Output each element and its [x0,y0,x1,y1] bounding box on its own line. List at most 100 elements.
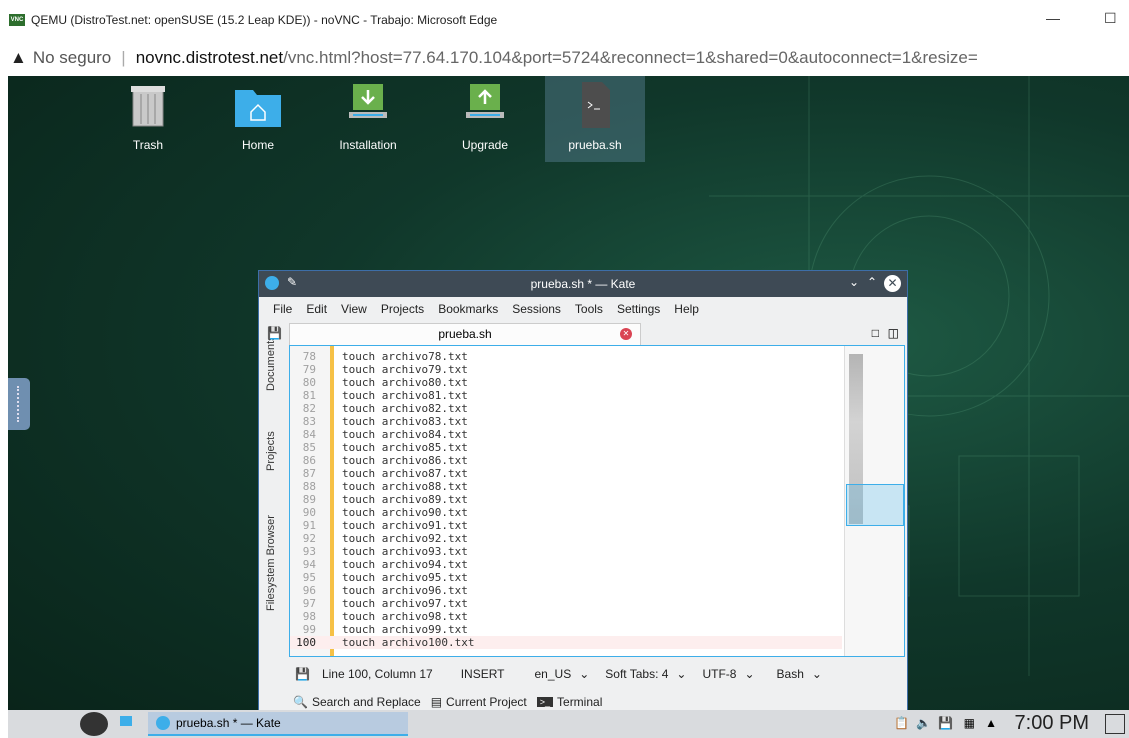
code-line[interactable]: 82 touch archivo82.txt [290,402,842,415]
menu-sessions[interactable]: Sessions [512,302,561,316]
clock[interactable]: 7:00 PM [1015,712,1089,735]
network-icon[interactable]: ▦ [964,716,975,730]
menu-projects[interactable]: Projects [381,302,424,316]
code-line[interactable]: 92 touch archivo92.txt [290,532,842,545]
line-code[interactable]: touch archivo91.txt [342,519,468,532]
search-replace-button[interactable]: Search and Replace [312,695,421,709]
code-editor[interactable]: 78 touch archivo78.txt 79 touch archivo79.t… [289,345,905,657]
line-code[interactable]: touch archivo94.txt [342,558,468,571]
desktop-icon-prueba-sh[interactable]: prueba.sh [545,76,645,162]
line-code[interactable]: touch archivo80.txt [342,376,468,389]
line-code[interactable]: touch archivo87.txt [342,467,468,480]
application-launcher-icon[interactable] [80,712,108,736]
desktop-icon-upgrade[interactable]: Upgrade [435,76,535,162]
input-mode[interactable]: INSERT [461,667,505,681]
code-line[interactable]: 89 touch archivo89.txt [290,493,842,506]
code-line[interactable]: 93 touch archivo93.txt [290,545,842,558]
indentation-select[interactable]: Soft Tabs: 4 [605,667,668,681]
line-code[interactable]: touch archivo100.txt [342,636,474,649]
encoding-select[interactable]: UTF-8 [702,667,736,681]
save-icon[interactable]: 💾 [267,326,282,340]
kate-window[interactable]: ✎ prueba.sh * — Kate ⌄ ⌃ ✕ File Edit Vie… [258,270,908,716]
desktop-icon-trash[interactable]: Trash [98,76,198,162]
desktop-icon-home[interactable]: Home [208,76,308,162]
chevron-down-icon[interactable]: ⌄ [676,667,686,681]
url-path[interactable]: /vnc.html?host=77.64.170.104&port=5724&r… [283,48,978,68]
tab-close-icon[interactable]: ✕ [620,328,632,340]
menu-edit[interactable]: Edit [306,302,327,316]
line-code[interactable]: touch archivo99.txt [342,623,468,636]
code-line[interactable]: 88 touch archivo88.txt [290,480,842,493]
code-line[interactable]: 99 touch archivo99.txt [290,623,842,636]
chevron-down-icon[interactable]: ⌄ [744,667,754,681]
novnc-control-handle[interactable] [8,378,30,430]
split-view-icon[interactable]: ◫ [888,326,899,340]
new-tab-icon[interactable]: □ [872,326,879,340]
side-tab-documents[interactable]: Documents [265,335,277,391]
terminal-button[interactable]: Terminal [557,695,602,709]
code-line[interactable]: 84 touch archivo84.txt [290,428,842,441]
code-line[interactable]: 98 touch archivo98.txt [290,610,842,623]
dictionary-select[interactable]: en_US [535,667,572,681]
line-code[interactable]: touch archivo98.txt [342,610,468,623]
clipboard-icon[interactable]: 📋 [894,716,909,730]
minimize-button[interactable]: — [1046,10,1060,26]
menu-settings[interactable]: Settings [617,302,660,316]
minimize-icon[interactable]: ⌄ [849,275,859,289]
taskbar-item-kate[interactable]: prueba.sh * — Kate [148,712,408,736]
menu-view[interactable]: View [341,302,367,316]
code-line[interactable]: 97 touch archivo97.txt [290,597,842,610]
close-icon[interactable]: ✕ [884,275,901,292]
address-bar[interactable]: ▲ No seguro | novnc.distrotest.net/vnc.h… [0,40,1129,76]
line-code[interactable]: touch archivo96.txt [342,584,468,597]
line-code[interactable]: touch archivo81.txt [342,389,468,402]
chevron-down-icon[interactable]: ⌄ [579,667,589,681]
side-tab-projects[interactable]: Projects [265,431,277,471]
line-code[interactable]: touch archivo83.txt [342,415,468,428]
kate-titlebar[interactable]: ✎ prueba.sh * — Kate ⌄ ⌃ ✕ [259,271,907,297]
current-project-button[interactable]: Current Project [446,695,527,709]
line-code[interactable]: touch archivo89.txt [342,493,468,506]
device-icon[interactable]: 💾 [938,716,953,730]
code-line[interactable]: 83 touch archivo83.txt [290,415,842,428]
warning-icon[interactable]: ▲ [10,48,27,68]
code-line[interactable]: 90 touch archivo90.txt [290,506,842,519]
desktop-pager-icon[interactable] [120,716,132,726]
code-line[interactable]: 94 touch archivo94.txt [290,558,842,571]
menu-file[interactable]: File [273,302,292,316]
syntax-select[interactable]: Bash [777,667,804,681]
code-line[interactable]: 86 touch archivo86.txt [290,454,842,467]
maximize-icon[interactable]: ⌃ [867,275,877,289]
code-line[interactable]: 78 touch archivo78.txt [290,350,842,363]
line-code[interactable]: touch archivo78.txt [342,350,468,363]
desktop-icon-installation[interactable]: Installation [318,76,418,162]
show-desktop-button[interactable] [1105,714,1125,734]
line-code[interactable]: touch archivo79.txt [342,363,468,376]
code-line[interactable]: 85 touch archivo85.txt [290,441,842,454]
code-line[interactable]: 95 touch archivo95.txt [290,571,842,584]
code-line[interactable]: 96 touch archivo96.txt [290,584,842,597]
side-tab-filesystem-browser[interactable]: Filesystem Browser [265,515,277,611]
line-code[interactable]: touch archivo97.txt [342,597,468,610]
line-code[interactable]: touch archivo88.txt [342,480,468,493]
line-code[interactable]: touch archivo90.txt [342,506,468,519]
line-code[interactable]: touch archivo86.txt [342,454,468,467]
expand-tray-icon[interactable]: ▲ [985,716,997,730]
code-line[interactable]: 81 touch archivo81.txt [290,389,842,402]
code-line[interactable]: 87 touch archivo87.txt [290,467,842,480]
line-code[interactable]: touch archivo93.txt [342,545,468,558]
url-host[interactable]: novnc.distrotest.net [136,48,283,68]
vnc-viewport[interactable]: Trash Home Installation Upgrade prueba.s… [0,76,1129,738]
line-code[interactable]: touch archivo82.txt [342,402,468,415]
line-code[interactable]: touch archivo95.txt [342,571,468,584]
security-label[interactable]: No seguro [33,48,111,68]
code-line[interactable]: 100 touch archivo100.txt [290,636,842,649]
volume-icon[interactable]: 🔈 [916,716,931,730]
minimap-viewport[interactable] [846,484,904,526]
maximize-button[interactable]: ☐ [1104,10,1117,27]
chevron-down-icon[interactable]: ⌄ [812,667,822,681]
line-code[interactable]: touch archivo85.txt [342,441,468,454]
menu-help[interactable]: Help [674,302,699,316]
menu-bookmarks[interactable]: Bookmarks [438,302,498,316]
menu-tools[interactable]: Tools [575,302,603,316]
